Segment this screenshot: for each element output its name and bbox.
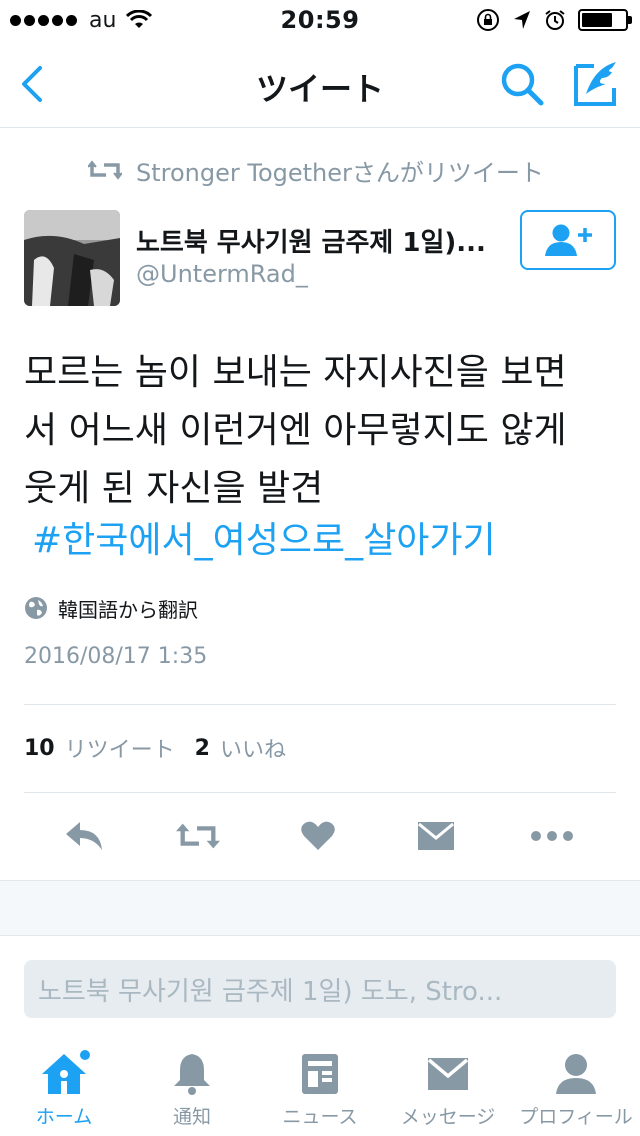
tab-profile[interactable]: プロフィール [512, 1052, 640, 1136]
more-dots-icon [531, 831, 573, 841]
location-arrow-icon [514, 11, 530, 29]
retweet-context[interactable]: Stronger Togetherさんがリツイート [88, 152, 544, 188]
reply-button[interactable] [62, 816, 106, 856]
avatar-photo [24, 210, 120, 306]
reply-input[interactable]: 노트북 무사기원 금주제 1일) 도노, Stro... [24, 960, 616, 1018]
new-tweets-indicator [80, 1050, 90, 1060]
tab-notifications[interactable]: 通知 [128, 1052, 256, 1136]
search-button[interactable] [498, 60, 546, 108]
envelope-icon [418, 822, 454, 850]
status-right [476, 8, 632, 32]
newspaper-icon [296, 1052, 344, 1096]
bell-icon [168, 1052, 216, 1096]
author-handle[interactable]: @UntermRad_ [136, 260, 308, 288]
retweet-button[interactable] [176, 816, 220, 856]
battery-icon [578, 9, 632, 31]
tab-label: ニュース [282, 1106, 358, 1128]
tab-label: メッセージ [400, 1106, 496, 1128]
translate-label: 韓国語から翻訳 [58, 597, 198, 622]
like-button[interactable] [296, 816, 340, 856]
alarm-icon [545, 10, 565, 30]
tweet-stats: 10 リツイート 2 いいね [24, 728, 306, 768]
search-icon [501, 63, 544, 106]
compose-tweet-button[interactable] [572, 58, 622, 108]
add-user-icon [545, 224, 592, 256]
status-bar: au 20:59 [0, 0, 640, 40]
divider [24, 704, 616, 705]
author-name[interactable]: 노트북 무사기원 금주제 1일)... [136, 222, 506, 259]
tab-news[interactable]: ニュース [256, 1052, 384, 1136]
tweet-actions [0, 800, 640, 872]
tweet-text-line: 서 어느새 이런거엔 아무렇지도 않게 [24, 410, 567, 451]
like-count-label[interactable]: いいね [220, 732, 286, 764]
compose-quill-icon [574, 62, 616, 106]
retweet-context-text: Stronger Togetherさんがリツイート [136, 158, 544, 187]
like-count[interactable]: 2 [195, 736, 210, 761]
globe-icon [25, 597, 47, 619]
direct-message-button[interactable] [414, 816, 458, 856]
retweet-count[interactable]: 10 [24, 736, 55, 761]
translate-link[interactable]: 韓国語から翻訳 [24, 592, 198, 624]
avatar[interactable] [24, 210, 120, 306]
tweet-text: 모르는 놈이 보내는 자지사진을 보면 서 어느새 이런거엔 아무렇지도 않게 … [24, 344, 624, 518]
tweet-text-line: 모르는 놈이 보내는 자지사진을 보면 [24, 352, 567, 393]
hashtag-link[interactable]: #한국에서_여성으로_살아가기 [32, 512, 496, 570]
tweet-timestamp: 2016/08/17 1:35 [24, 644, 208, 669]
tab-home[interactable]: ホーム [0, 1050, 128, 1136]
tweet-text-line: 웃게 된 자신을 발견 [24, 468, 324, 509]
more-options-button[interactable] [530, 816, 574, 856]
retweet-icon [88, 160, 122, 180]
person-icon [552, 1052, 600, 1096]
follow-button[interactable] [520, 210, 616, 270]
home-icon [40, 1050, 90, 1096]
tab-bar: ホーム 通知 ニュース メッセージ プロフィール [0, 1042, 640, 1136]
tab-label: プロフィール [519, 1106, 633, 1128]
tab-label: 通知 [172, 1106, 211, 1128]
tab-label: ホーム [35, 1106, 93, 1128]
retweet-icon [176, 823, 220, 849]
orientation-lock-icon [477, 9, 499, 31]
reply-icon [66, 822, 102, 850]
nav-bar: ツイート [0, 40, 640, 128]
divider [24, 792, 616, 793]
tab-messages[interactable]: メッセージ [384, 1052, 512, 1136]
envelope-icon [424, 1052, 472, 1096]
heart-icon [301, 821, 335, 850]
section-separator [0, 880, 640, 936]
retweet-count-label[interactable]: リツイート [65, 732, 175, 764]
